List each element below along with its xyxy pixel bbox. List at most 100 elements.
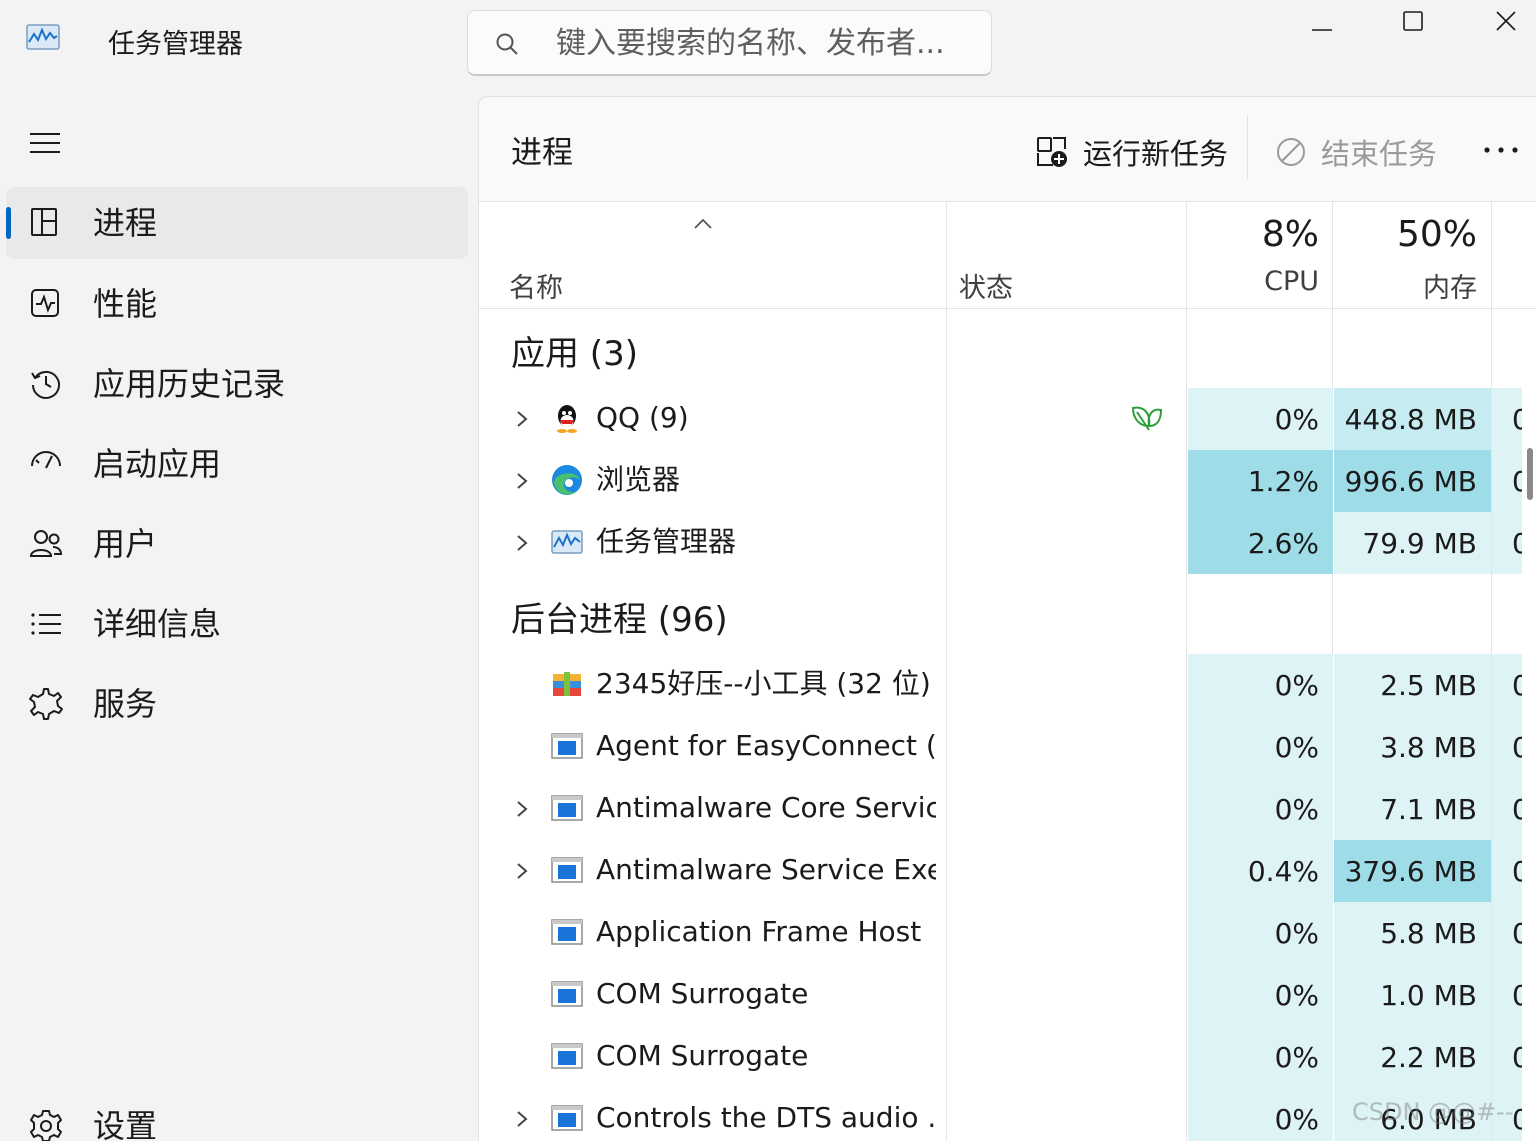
- sidebar-item-label: 性能: [93, 285, 158, 323]
- end-task-label: 结束任务: [1321, 137, 1438, 171]
- disk-cell: 0: [1492, 840, 1522, 902]
- sidebar-item-services[interactable]: 服务: [6, 668, 468, 740]
- page-title: 进程: [511, 135, 573, 171]
- details-icon: [31, 613, 61, 635]
- chevron-right-icon[interactable]: [515, 532, 529, 554]
- process-name: COM Surrogate: [596, 977, 809, 1010]
- group-header-apps: 应用 (3): [511, 334, 638, 374]
- disk-cell: 0: [1492, 964, 1522, 1026]
- cpu-cell: 0%: [1188, 1026, 1333, 1088]
- search-box[interactable]: [467, 10, 992, 76]
- chevron-right-icon[interactable]: [515, 408, 529, 430]
- column-header-name[interactable]: 名称: [509, 266, 563, 305]
- service-window-icon: [551, 1043, 583, 1069]
- table-row[interactable]: COM Surrogate 0% 2.2 MB 0: [479, 1026, 1536, 1088]
- run-new-task-icon: [1037, 137, 1067, 167]
- task-manager-app-icon: [26, 24, 60, 50]
- cpu-cell: 0%: [1188, 716, 1333, 778]
- process-name: 2345好压--小工具 (32 位): [596, 667, 931, 700]
- column-header-memory[interactable]: 内存: [1334, 266, 1477, 305]
- startup-apps-icon: [31, 451, 61, 469]
- table-row[interactable]: Agent for EasyConnect (... 0% 3.8 MB 0: [479, 716, 1536, 778]
- group-header-background: 后台进程 (96): [511, 600, 728, 640]
- search-icon: [496, 33, 518, 55]
- chevron-right-icon[interactable]: [515, 470, 529, 492]
- disk-cell: 0: [1492, 902, 1522, 964]
- memory-cell: 1.0 MB: [1334, 964, 1491, 1026]
- chevron-right-icon[interactable]: [515, 798, 529, 820]
- minimize-button[interactable]: [1276, 0, 1368, 42]
- end-task-button[interactable]: 结束任务: [1275, 129, 1437, 175]
- memory-cell: 7.1 MB: [1334, 778, 1491, 840]
- memory-cell: 5.8 MB: [1334, 902, 1491, 964]
- qq-icon: [557, 405, 577, 433]
- memory-cell: 2.5 MB: [1334, 654, 1491, 716]
- toolbar-divider: [1247, 115, 1248, 179]
- more-options-icon[interactable]: [1479, 135, 1523, 165]
- watermark: CSDN @@#--: [1352, 1098, 1514, 1126]
- end-task-icon: [1277, 138, 1305, 166]
- chevron-right-icon[interactable]: [515, 1108, 529, 1130]
- sidebar-item-label: 用户: [93, 525, 158, 563]
- cpu-usage-total[interactable]: 8%: [1188, 214, 1319, 255]
- memory-cell: 996.6 MB: [1334, 450, 1491, 512]
- column-header-cpu[interactable]: CPU: [1188, 266, 1319, 297]
- app-history-icon: [31, 370, 60, 399]
- run-new-task-button[interactable]: 运行新任务: [1035, 129, 1228, 175]
- table-row[interactable]: Antimalware Service Exe... 0.4% 379.6 MB…: [479, 840, 1536, 902]
- sidebar-item-performance[interactable]: 性能: [6, 268, 468, 340]
- efficiency-mode-leaf-icon: [1131, 406, 1163, 431]
- table-row[interactable]: Antimalware Core Service 0% 7.1 MB 0: [479, 778, 1536, 840]
- scrollbar-thumb[interactable]: [1527, 448, 1533, 500]
- sidebar-item-startup-apps[interactable]: 启动应用: [6, 428, 468, 500]
- service-window-icon: [551, 733, 583, 759]
- cpu-cell: 0%: [1188, 902, 1333, 964]
- disk-cell: 0: [1492, 778, 1522, 840]
- maximize-button[interactable]: [1367, 0, 1459, 42]
- memory-cell: 2.2 MB: [1334, 1026, 1491, 1088]
- disk-cell: 0: [1492, 388, 1522, 450]
- run-new-task-label: 运行新任务: [1083, 137, 1229, 171]
- close-icon: [1496, 11, 1516, 31]
- chevron-right-icon[interactable]: [515, 860, 529, 882]
- header-divider: [479, 308, 1536, 309]
- cpu-cell: 0%: [1188, 1088, 1333, 1141]
- sidebar-item-label: 服务: [93, 685, 158, 723]
- table-row[interactable]: 浏览器 1.2% 996.6 MB 0: [479, 450, 1536, 512]
- cpu-cell: 0%: [1188, 778, 1333, 840]
- sidebar-item-details[interactable]: 详细信息: [6, 588, 468, 660]
- sidebar-item-users[interactable]: 用户: [6, 508, 468, 580]
- cpu-cell: 0.4%: [1188, 840, 1333, 902]
- table-row[interactable]: COM Surrogate 0% 1.0 MB 0: [479, 964, 1536, 1026]
- performance-icon: [31, 289, 59, 317]
- memory-cell: 79.9 MB: [1334, 512, 1491, 574]
- column-header-status[interactable]: 状态: [959, 266, 1013, 305]
- memory-cell: 448.8 MB: [1334, 388, 1491, 450]
- process-name: 任务管理器: [596, 525, 737, 558]
- sidebar-item-settings[interactable]: 设置: [6, 1090, 468, 1141]
- memory-usage-total[interactable]: 50%: [1334, 214, 1477, 255]
- sidebar-item-label: 启动应用: [93, 445, 222, 483]
- search-input[interactable]: [556, 23, 976, 63]
- cpu-cell: 0%: [1188, 654, 1333, 716]
- sidebar-item-label: 进程: [93, 204, 158, 242]
- table-row[interactable]: Application Frame Host 0% 5.8 MB 0: [479, 902, 1536, 964]
- disk-cell: 0: [1492, 654, 1522, 716]
- services-icon: [29, 688, 63, 720]
- table-row[interactable]: 2345好压--小工具 (32 位) 0% 2.5 MB 0: [479, 654, 1536, 716]
- process-name: Antimalware Core Service: [596, 791, 936, 824]
- table-row[interactable]: QQ (9) 0% 448.8 MB 0: [479, 388, 1536, 450]
- sidebar-item-label: 详细信息: [93, 605, 222, 643]
- process-name: Controls the DTS audio ...: [596, 1101, 936, 1134]
- sidebar-item-processes[interactable]: 进程: [6, 187, 468, 259]
- disk-cell: 0: [1492, 512, 1522, 574]
- hamburger-menu-icon[interactable]: [26, 128, 66, 160]
- close-button[interactable]: [1460, 0, 1536, 42]
- process-name: 浏览器: [596, 463, 681, 496]
- table-row[interactable]: 任务管理器 2.6% 79.9 MB 0: [479, 512, 1536, 574]
- process-table: 名称 状态 8% CPU 50% 内存 应用 (3) QQ (9) 0% 448…: [479, 201, 1536, 1141]
- disk-cell: 0: [1492, 1026, 1522, 1088]
- vertical-scrollbar[interactable]: [1523, 308, 1536, 1141]
- sidebar-item-app-history[interactable]: 应用历史记录: [6, 348, 468, 420]
- sidebar-item-label: 应用历史记录: [93, 365, 286, 403]
